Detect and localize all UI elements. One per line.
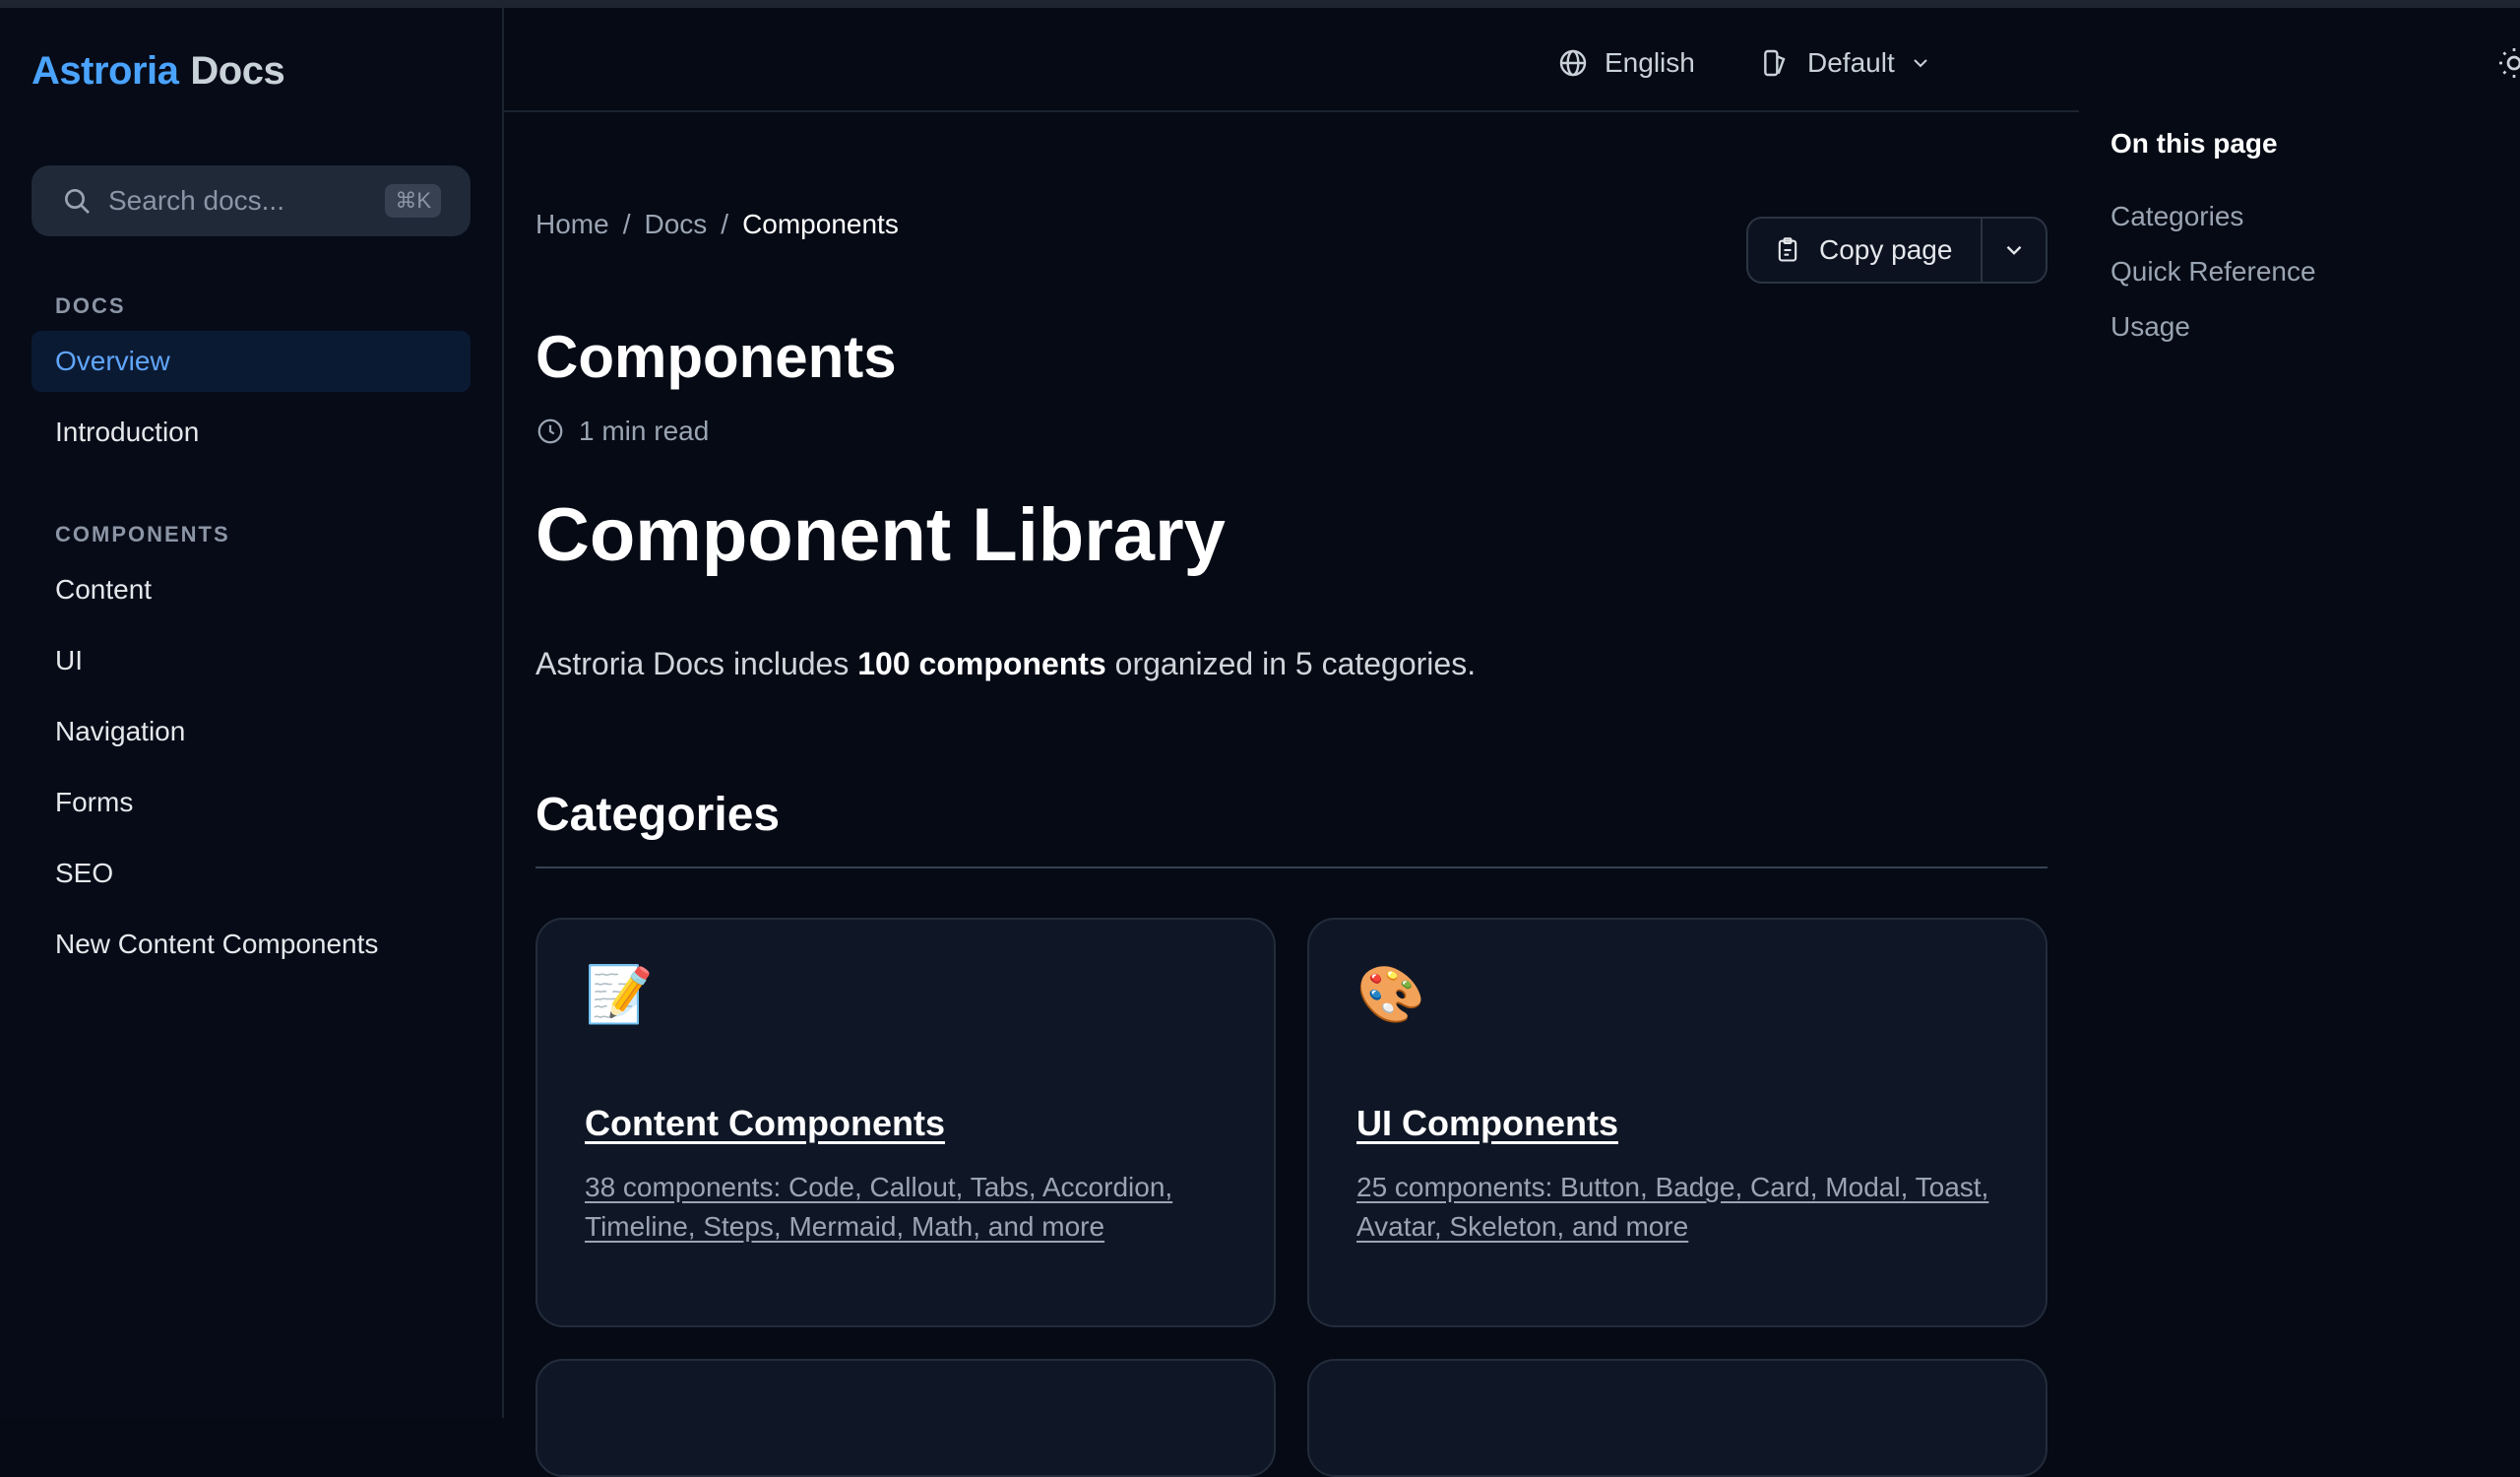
top-strip <box>0 0 2520 8</box>
palette-icon <box>1764 49 1786 77</box>
read-time-label: 1 min read <box>579 416 710 446</box>
language-selector[interactable]: English <box>1557 33 1695 93</box>
clock-icon <box>537 418 563 444</box>
intro-suffix: organized in 5 categories. <box>1105 646 1477 681</box>
breadcrumb-home[interactable]: Home <box>536 209 609 240</box>
category-card-ui[interactable]: 🎨 UI Components 25 components: Button, B… <box>1307 918 2048 1327</box>
sidebar-item-seo[interactable]: SEO <box>32 843 471 904</box>
theme-toggle-button[interactable] <box>2496 33 2520 93</box>
sidebar-item-overview[interactable]: Overview <box>32 331 471 392</box>
card-title[interactable]: Content Components <box>585 1103 945 1144</box>
memo-icon: 📝 <box>585 963 654 1025</box>
toc-item-quick-reference[interactable]: Quick Reference <box>2110 256 2316 288</box>
category-card-content[interactable]: 📝 Content Components 38 components: Code… <box>536 918 1276 1327</box>
breadcrumb-separator: / <box>622 209 631 239</box>
language-label: English <box>1605 47 1695 78</box>
category-card-partial[interactable] <box>1307 1359 2048 1477</box>
intro-paragraph: Astroria Docs includes 100 components or… <box>536 646 1476 682</box>
intro-prefix: Astroria Docs includes <box>536 646 858 681</box>
brand-secondary: Docs <box>190 49 285 93</box>
content-heading: Component Library <box>536 493 1226 577</box>
search-placeholder: Search docs... <box>108 185 284 216</box>
sidebar-item-forms[interactable]: Forms <box>32 772 471 833</box>
sidebar: Astroria Docs Search docs... ⌘K DOCS Over… <box>0 8 504 1418</box>
sidebar-item-introduction[interactable]: Introduction <box>32 402 471 463</box>
card-description[interactable]: 25 components: Button, Badge, Card, Moda… <box>1356 1168 1998 1247</box>
card-description[interactable]: 38 components: Code, Callout, Tabs, Acco… <box>585 1168 1227 1247</box>
category-card-partial[interactable] <box>536 1359 1276 1477</box>
breadcrumb-current: Components <box>742 209 899 239</box>
sidebar-item-navigation[interactable]: Navigation <box>32 701 471 762</box>
copy-page-label: Copy page <box>1819 234 1953 265</box>
sidebar-item-new-content-components[interactable]: New Content Components <box>32 914 471 975</box>
nav-heading-components: COMPONENTS <box>55 522 230 546</box>
theme-label: Default <box>1807 47 1895 78</box>
breadcrumb-docs[interactable]: Docs <box>644 209 707 240</box>
section-heading-categories: Categories <box>536 789 781 841</box>
breadcrumb-separator: / <box>721 209 729 239</box>
palette-icon: 🎨 <box>1356 963 1425 1025</box>
top-header: English Default <box>504 8 2520 112</box>
intro-bold: 100 components <box>857 646 1106 681</box>
toc-title: On this page <box>2110 128 2278 159</box>
brand-logo[interactable]: Astroria Docs <box>32 49 285 94</box>
page-title: Components <box>536 324 897 390</box>
section-divider <box>536 867 2048 868</box>
copy-page-dropdown-button[interactable] <box>1981 219 2046 282</box>
brand-primary: Astroria <box>32 49 179 93</box>
globe-icon <box>1559 49 1587 77</box>
toc-item-usage[interactable]: Usage <box>2110 311 2190 343</box>
search-shortcut-badge: ⌘K <box>385 184 441 218</box>
clipboard-icon <box>1778 237 1797 262</box>
copy-page-button[interactable]: Copy page <box>1748 219 1981 282</box>
search-icon <box>65 189 90 214</box>
chevron-down-icon <box>1914 59 1927 68</box>
search-input[interactable]: Search docs... ⌘K <box>32 165 471 236</box>
read-time: 1 min read <box>536 416 709 447</box>
nav-heading-docs: DOCS <box>55 293 126 318</box>
sidebar-item-content[interactable]: Content <box>32 559 471 620</box>
chevron-down-icon <box>2006 245 2022 255</box>
sun-icon <box>2499 48 2520 78</box>
breadcrumb: Home / Docs / Components <box>536 209 899 240</box>
sidebar-item-ui[interactable]: UI <box>32 630 471 691</box>
theme-selector[interactable]: Default <box>1760 33 1932 93</box>
copy-page-group: Copy page <box>1746 217 2048 284</box>
toc-item-categories[interactable]: Categories <box>2110 201 2243 232</box>
card-title[interactable]: UI Components <box>1356 1103 1618 1144</box>
